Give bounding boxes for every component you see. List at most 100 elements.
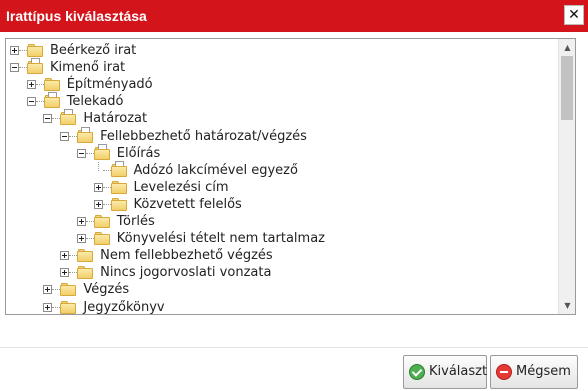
folder-open-icon — [43, 92, 60, 109]
folder-icon — [43, 78, 60, 92]
document-type-tree: Beérkező irat Kimenő irat Építményadó Telek… — [5, 38, 576, 315]
folder-open-icon — [77, 126, 94, 143]
tree-item[interactable]: Adózó lakcímével egyező — [6, 160, 558, 179]
collapse-icon[interactable] — [10, 63, 19, 73]
collapse-icon[interactable] — [26, 97, 36, 107]
tree-viewport: Beérkező irat Kimenő irat Építményadó Telek… — [6, 39, 558, 315]
expand-icon[interactable] — [43, 302, 53, 312]
tree-item[interactable]: Nem fellebbezhető végzés — [6, 247, 558, 264]
tree-item-label[interactable]: Könyvelési tételt nem tartalmaz — [117, 230, 325, 247]
folder-body — [110, 182, 127, 194]
folder-open-icon — [93, 143, 110, 160]
collapse-icon[interactable] — [76, 148, 86, 158]
tree-item[interactable]: Jegyzőkönyv — [6, 299, 558, 315]
folder-icon — [77, 266, 94, 280]
tree-connector — [102, 186, 111, 188]
cancel-button[interactable]: Mégsem — [490, 355, 578, 389]
vertical-scrollbar[interactable]: ▲ ▼ — [558, 39, 575, 314]
tree-item-label[interactable]: Határozat — [83, 110, 147, 127]
tree-item-label[interactable]: Törlés — [117, 213, 155, 230]
expand-icon[interactable] — [60, 268, 70, 278]
expand-icon[interactable] — [43, 285, 53, 295]
tree-item[interactable]: Építményadó — [6, 76, 558, 93]
folder-body — [60, 285, 77, 297]
footer-divider — [0, 347, 588, 348]
folder-icon — [77, 249, 94, 263]
tree-item-label[interactable]: Fellebbezhető határozat/végzés — [100, 128, 307, 145]
expand-icon[interactable] — [60, 251, 70, 261]
scroll-up-icon[interactable]: ▲ — [559, 39, 575, 56]
scroll-down-icon[interactable]: ▼ — [559, 297, 575, 314]
folder-icon — [60, 300, 77, 314]
expand-icon[interactable] — [93, 182, 103, 192]
tree-item-label[interactable]: Nem fellebbezhető végzés — [100, 247, 273, 264]
folder-icon — [60, 283, 77, 297]
expand-icon[interactable] — [93, 199, 103, 209]
folder-body — [43, 80, 60, 92]
tree-item-label[interactable]: Előírás — [117, 145, 160, 162]
folder-body — [60, 114, 77, 126]
folder-body — [77, 268, 94, 280]
tree-connector — [102, 203, 111, 205]
folder-body — [93, 217, 110, 228]
tree-item-label[interactable]: Építményadó — [67, 76, 153, 93]
tree-item-label[interactable]: Telekadó — [67, 93, 124, 110]
tree-item[interactable]: Határozat — [6, 109, 558, 127]
tree-connector — [69, 255, 78, 257]
tree-item-label[interactable]: Kimenő irat — [50, 59, 125, 76]
scrollbar-thumb[interactable] — [561, 56, 573, 120]
folder-body — [77, 251, 94, 263]
tree-connector — [102, 169, 111, 171]
folder-icon — [110, 197, 127, 211]
tree-connector — [85, 238, 94, 240]
dialog-titlebar: Irattípus kiválasztása — [0, 0, 588, 32]
tree-connector — [35, 84, 44, 86]
collapse-icon[interactable] — [60, 131, 70, 141]
tree-connector — [69, 272, 78, 274]
tree-connector — [52, 306, 61, 308]
tree-item[interactable]: Fellebbezhető határozat/végzés — [6, 126, 558, 145]
folder-body — [60, 302, 77, 314]
tree-connector — [35, 101, 44, 103]
tree-item-label[interactable]: Nincs jogorvoslati vonzata — [100, 264, 271, 281]
tree-connector — [52, 289, 61, 291]
expand-icon[interactable] — [76, 234, 86, 244]
tree-item[interactable]: Levelezési cím — [6, 179, 558, 196]
tree-item[interactable]: Kimenő irat — [6, 58, 558, 76]
tree-item[interactable]: Könyvelési tételt nem tartalmaz — [6, 230, 558, 247]
close-icon: ✕ — [568, 7, 580, 23]
close-button[interactable]: ✕ — [564, 5, 584, 25]
folder-icon — [27, 44, 43, 57]
folder-open-icon — [110, 160, 127, 177]
tree-item-label[interactable]: Beérkező irat — [50, 42, 136, 59]
folder-body — [110, 199, 127, 211]
tree-item-label[interactable]: Adózó lakcímével egyező — [134, 162, 298, 179]
tree-connector — [69, 135, 78, 137]
tree-item-label[interactable]: Végzés — [83, 281, 129, 298]
folder-body — [27, 46, 43, 57]
expand-icon[interactable] — [26, 80, 36, 90]
folder-body — [93, 234, 110, 246]
tree-item[interactable]: Nincs jogorvoslati vonzata — [6, 264, 558, 281]
tree-connector — [19, 67, 27, 69]
tree-item[interactable]: Előírás — [6, 143, 558, 162]
tree-item[interactable]: Közvetett felelős — [6, 196, 558, 213]
tree-item[interactable]: Telekadó — [6, 92, 558, 110]
expand-icon[interactable] — [76, 217, 86, 226]
tree-item[interactable]: Törlés — [6, 213, 558, 230]
tree-item-label[interactable]: Jegyzőkönyv — [83, 299, 164, 315]
tree-connector — [19, 50, 27, 51]
folder-body — [110, 165, 127, 177]
tree-item[interactable]: Végzés — [6, 281, 558, 298]
folder-icon — [93, 232, 110, 246]
collapse-icon[interactable] — [43, 114, 53, 124]
folder-icon — [93, 215, 110, 228]
select-button-label: Kiválaszt — [429, 364, 488, 379]
dialog-title: Irattípus kiválasztása — [6, 8, 147, 24]
tree-item[interactable]: Beérkező irat — [6, 42, 558, 59]
checkmark-icon — [409, 364, 425, 380]
select-button[interactable]: Kiválaszt — [403, 355, 487, 389]
expand-icon[interactable] — [10, 46, 19, 55]
tree-item-label[interactable]: Közvetett felelős — [134, 196, 242, 213]
tree-item-label[interactable]: Levelezési cím — [134, 179, 229, 196]
